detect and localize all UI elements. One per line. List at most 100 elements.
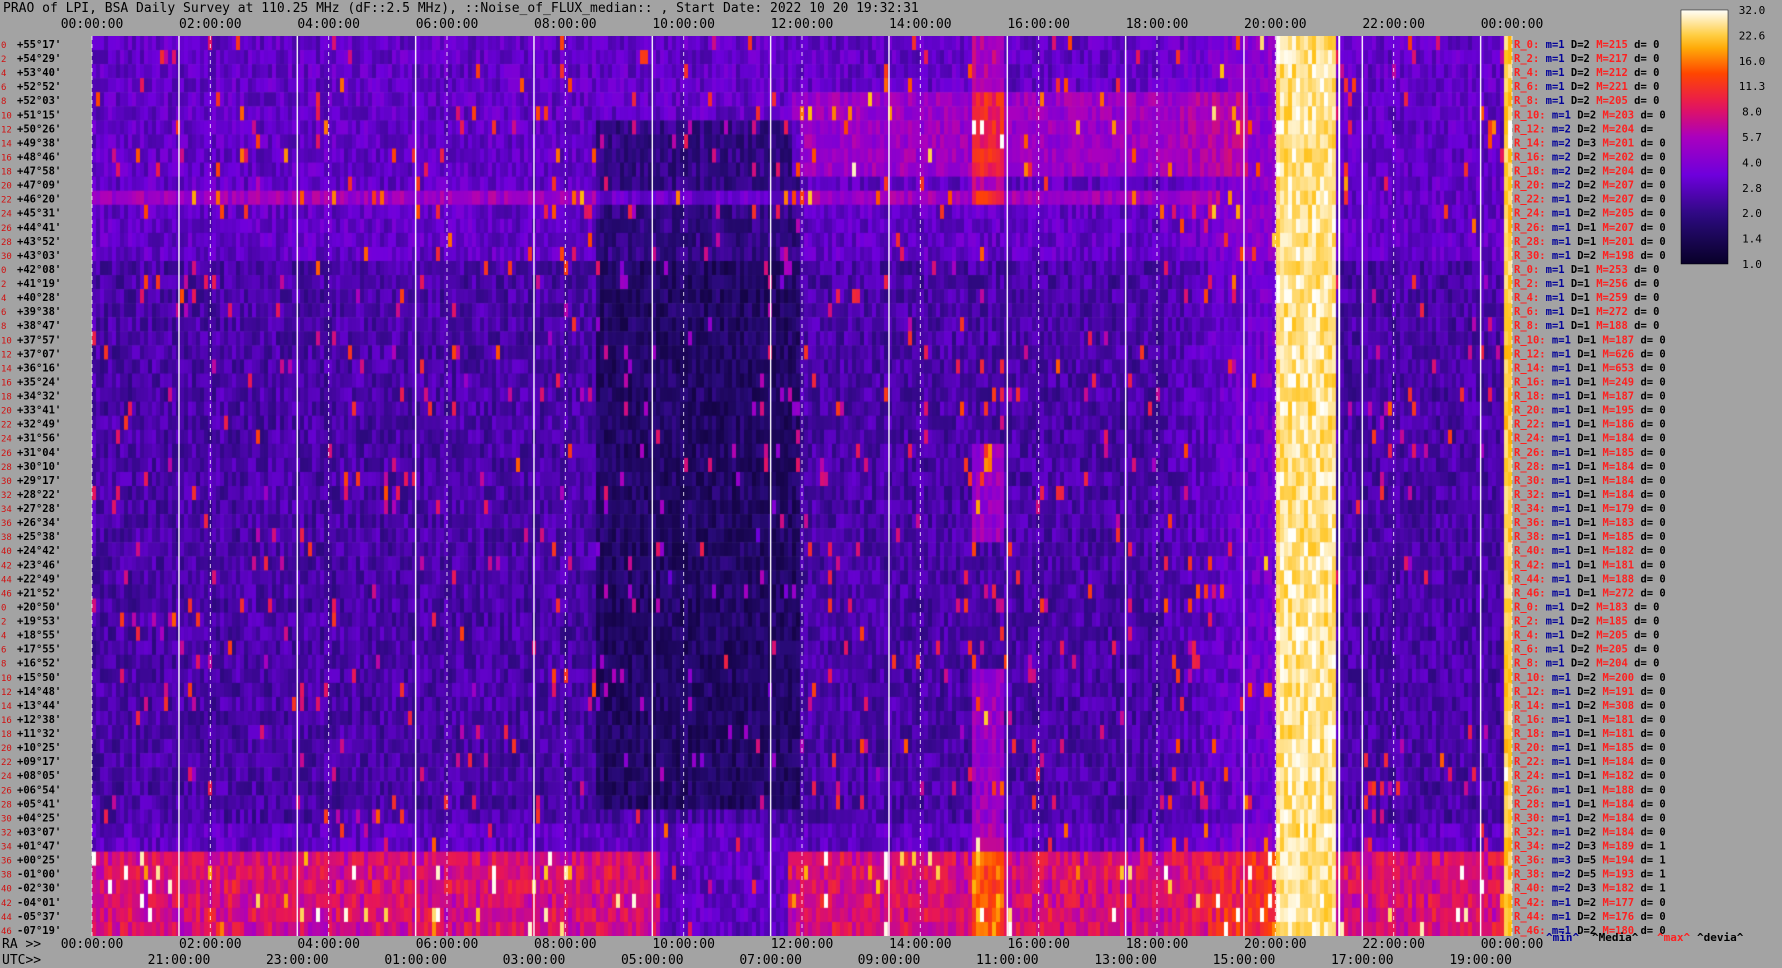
declination-label: +29°17' — [17, 475, 61, 487]
stats-row: R_6: m=1 D=2 M=221 d= 0 — [1514, 81, 1659, 93]
legend-label: ^max^ — [1657, 931, 1690, 944]
row-index-label: 32 — [1, 491, 12, 501]
row-index-label: 16 — [1, 378, 12, 388]
stats-row: R_28: m=1 D=1 M=201 d= 0 — [1514, 236, 1666, 248]
declination-label: +04°25' — [17, 812, 61, 824]
stats-row: R_0: m=1 D=2 M=215 d= 0 — [1514, 39, 1659, 51]
row-index-label: 14 — [1, 364, 12, 374]
stats-row: R_38: m=1 D=1 M=185 d= 0 — [1514, 531, 1666, 543]
row-index-label: 10 — [1, 674, 12, 684]
stats-row: R_42: m=1 D=1 M=181 d= 0 — [1514, 559, 1666, 571]
stats-row: R_30: m=1 D=1 M=184 d= 0 — [1514, 475, 1666, 487]
declination-label: +44°41' — [17, 222, 61, 234]
stats-row: R_6: m=1 D=1 M=272 d= 0 — [1514, 306, 1659, 318]
declination-label: +42°08' — [17, 264, 61, 276]
stats-row: R_4: m=1 D=2 M=205 d= 0 — [1514, 630, 1659, 642]
row-index-label: 14 — [1, 702, 12, 712]
declination-label: +17°55' — [17, 644, 61, 656]
legend-label: ^devia^ — [1697, 931, 1744, 944]
x-top-tick-label: 12:00:00 — [771, 17, 834, 32]
stats-row: R_18: m=1 D=1 M=187 d= 0 — [1514, 391, 1666, 403]
row-index-label: 44 — [1, 913, 12, 923]
row-index-label: 8 — [1, 322, 6, 332]
declination-label: +36°16' — [17, 362, 61, 374]
row-index-label: 34 — [1, 843, 12, 853]
colorbar-tick-label: 32.0 — [1739, 4, 1766, 17]
row-index-label: 42 — [1, 561, 12, 571]
x-utc-tick-label: 21:00:00 — [148, 953, 211, 968]
declination-label: +31°04' — [17, 447, 61, 459]
row-index-label: 16 — [1, 716, 12, 726]
declination-label: +23°46' — [17, 559, 61, 571]
row-index-label: 12 — [1, 350, 12, 360]
colorbar-tick-label: 1.0 — [1742, 258, 1762, 271]
row-index-label: 12 — [1, 688, 12, 698]
declination-label: +22°49' — [17, 573, 61, 585]
stats-row: R_2: m=1 D=2 M=185 d= 0 — [1514, 616, 1659, 628]
declination-label: +48°46' — [17, 151, 61, 163]
colorbar-tick-label: 8.0 — [1742, 106, 1762, 119]
row-index-label: 6 — [1, 646, 6, 656]
colorbar-tick-label: 1.4 — [1742, 233, 1762, 246]
declination-label: +50°26' — [17, 123, 61, 135]
stats-row: R_2: m=1 D=2 M=217 d= 0 — [1514, 53, 1659, 65]
declination-label: +21°52' — [17, 587, 61, 599]
x-utc-tick-label: 09:00:00 — [858, 953, 921, 968]
colorbar-tick-label: 11.3 — [1739, 80, 1766, 93]
stats-row: R_36: m=3 D=5 M=194 d= 1 — [1514, 855, 1666, 867]
declination-label: +47°58' — [17, 166, 61, 178]
row-index-label: 28 — [1, 800, 12, 810]
declination-label: +03°07' — [17, 826, 61, 838]
colorbar-tick-label: 4.0 — [1742, 156, 1762, 169]
stats-row: R_38: m=2 D=5 M=193 d= 1 — [1514, 869, 1666, 881]
x-top-tick-label: 16:00:00 — [1007, 17, 1070, 32]
x-ra-tick-label: 02:00:00 — [179, 937, 242, 952]
declination-label: +52°52' — [17, 81, 61, 93]
stats-row: R_46: m=1 D=1 M=272 d= 0 — [1514, 587, 1666, 599]
declination-label: +11°32' — [17, 728, 61, 740]
stats-row: R_4: m=1 D=1 M=259 d= 0 — [1514, 292, 1659, 304]
row-index-label: 20 — [1, 407, 12, 417]
row-index-label: 30 — [1, 477, 12, 487]
declination-label: +40°28' — [17, 292, 61, 304]
stats-row: R_28: m=1 D=1 M=184 d= 0 — [1514, 461, 1666, 473]
x-ra-tick-label: 04:00:00 — [297, 937, 360, 952]
declination-label: -07°19' — [17, 925, 61, 937]
row-index-label: 46 — [1, 589, 12, 599]
row-index-label: 18 — [1, 168, 12, 178]
x-top-tick-label: 20:00:00 — [1244, 17, 1307, 32]
stats-row: R_2: m=1 D=1 M=256 d= 0 — [1514, 278, 1659, 290]
row-index-label: 24 — [1, 435, 12, 445]
x-top-tick-label: 00:00:00 — [1481, 17, 1544, 32]
declination-label: +16°52' — [17, 658, 61, 670]
stats-row: R_0: m=1 D=2 M=183 d= 0 — [1514, 601, 1659, 613]
x-ra-tick-label: 00:00:00 — [1481, 937, 1544, 952]
declination-label: +05°41' — [17, 798, 61, 810]
colorbar-tick-label: 16.0 — [1739, 55, 1766, 68]
row-index-label: 12 — [1, 125, 12, 135]
x-top-tick-label: 02:00:00 — [179, 17, 242, 32]
row-index-label: 2 — [1, 55, 6, 65]
stats-row: R_26: m=1 D=1 M=207 d= 0 — [1514, 222, 1666, 234]
declination-label: +30°10' — [17, 461, 61, 473]
declination-label: +39°38' — [17, 306, 61, 318]
x-utc-tick-label: 11:00:00 — [976, 953, 1039, 968]
x-ra-tick-label: 06:00:00 — [416, 937, 479, 952]
row-index-label: 2 — [1, 618, 6, 628]
x-utc-tick-label: 17:00:00 — [1331, 953, 1394, 968]
x-ra-tick-label: 18:00:00 — [1126, 937, 1189, 952]
legend-label: ^min^ — [1546, 931, 1579, 944]
stats-row: R_10: m=1 D=2 M=200 d= 0 — [1514, 672, 1666, 684]
x-top-tick-label: 08:00:00 — [534, 17, 597, 32]
x-top-tick-label: 00:00:00 — [61, 17, 124, 32]
row-index-label: 16 — [1, 153, 12, 163]
x-ra-tick-label: 14:00:00 — [889, 937, 952, 952]
stats-row: R_22: m=1 D=2 M=207 d= 0 — [1514, 194, 1666, 206]
x-utc-tick-label: 07:00:00 — [739, 953, 802, 968]
x-utc-tick-label: 15:00:00 — [1213, 953, 1276, 968]
row-index-label: 40 — [1, 885, 12, 895]
x-utc-tick-label: 13:00:00 — [1094, 953, 1157, 968]
declination-label: +43°03' — [17, 250, 61, 262]
declination-label: +10°25' — [17, 742, 61, 754]
stats-row: R_44: m=1 D=1 M=188 d= 0 — [1514, 573, 1666, 585]
